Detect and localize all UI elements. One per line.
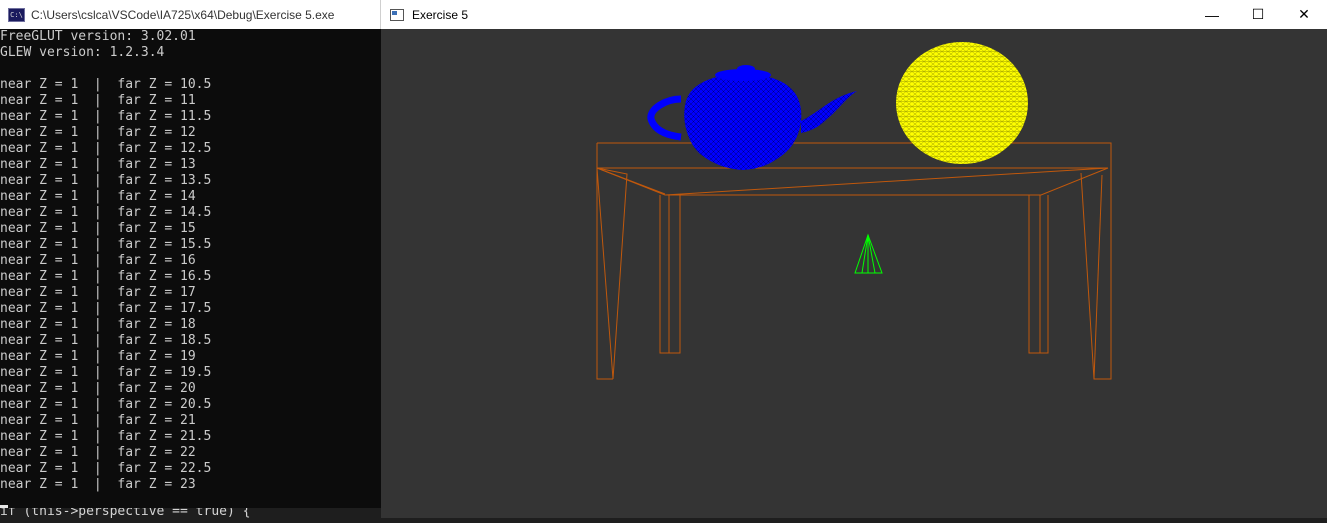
console-line: near Z = 1 | far Z = 16.5: [0, 269, 212, 284]
console-line: near Z = 1 | far Z = 17: [0, 285, 196, 300]
gl-viewport[interactable]: [381, 29, 1327, 518]
console-line: near Z = 1 | far Z = 11: [0, 93, 196, 108]
console-line: near Z = 1 | far Z = 23: [0, 477, 196, 492]
console-line: GLEW version: 1.2.3.4: [0, 45, 165, 60]
console-line: near Z = 1 | far Z = 19.5: [0, 365, 212, 380]
console-line: near Z = 1 | far Z = 22: [0, 445, 196, 460]
gl-titlebar[interactable]: Exercise 5 — ☐ ✕: [381, 0, 1327, 29]
console-line: near Z = 1 | far Z = 15.5: [0, 237, 212, 252]
maximize-button[interactable]: ☐: [1235, 0, 1281, 29]
console-line: near Z = 1 | far Z = 19: [0, 349, 196, 364]
console-line: near Z = 1 | far Z = 11.5: [0, 109, 212, 124]
close-button[interactable]: ✕: [1281, 0, 1327, 29]
console-line: near Z = 1 | far Z = 21.5: [0, 429, 212, 444]
sphere-wireframe: [896, 42, 1028, 164]
window-app-icon: [390, 8, 404, 21]
console-line: near Z = 1 | far Z = 18: [0, 317, 196, 332]
cone-wireframe: [854, 233, 883, 274]
minimize-button[interactable]: —: [1189, 0, 1235, 29]
console-line: near Z = 1 | far Z = 16: [0, 253, 196, 268]
console-line: near Z = 1 | far Z = 12: [0, 125, 196, 140]
console-line: near Z = 1 | far Z = 14: [0, 189, 196, 204]
console-line: near Z = 1 | far Z = 12.5: [0, 141, 212, 156]
console-line: near Z = 1 | far Z = 22.5: [0, 461, 212, 476]
code-snippet: if (this->perspective == true) {: [0, 508, 251, 518]
console-line: near Z = 1 | far Z = 18.5: [0, 333, 212, 348]
console-line: near Z = 1 | far Z = 20: [0, 381, 196, 396]
cmd-icon: C:\: [8, 7, 25, 22]
code-editor-strip: if (this->perspective == true) {: [0, 508, 381, 518]
console-output[interactable]: FreeGLUT version: 3.02.01 GLEW version: 1…: [0, 29, 381, 493]
console-line: near Z = 1 | far Z = 20.5: [0, 397, 212, 412]
console-line: near Z = 1 | far Z = 10.5: [0, 77, 212, 92]
table-wireframe: [596, 142, 1112, 380]
console-line: near Z = 1 | far Z = 15: [0, 221, 196, 236]
console-line: near Z = 1 | far Z = 13: [0, 157, 196, 172]
console-titlebar[interactable]: C:\ C:\Users\cslca\VSCode\IA725\x64\Debu…: [0, 0, 381, 29]
console-line: near Z = 1 | far Z = 21: [0, 413, 196, 428]
gl-window-title: Exercise 5: [412, 7, 469, 22]
console-title: C:\Users\cslca\VSCode\IA725\x64\Debug\Ex…: [31, 7, 335, 22]
teapot-wireframe: [647, 65, 857, 170]
gl-window: Exercise 5 — ☐ ✕: [381, 0, 1327, 518]
console-line: near Z = 1 | far Z = 17.5: [0, 301, 212, 316]
console-line: near Z = 1 | far Z = 13.5: [0, 173, 212, 188]
console-window: C:\ C:\Users\cslca\VSCode\IA725\x64\Debu…: [0, 0, 381, 518]
console-line: near Z = 1 | far Z = 14.5: [0, 205, 212, 220]
scene-canvas: [596, 42, 1112, 380]
console-line: FreeGLUT version: 3.02.01: [0, 29, 196, 44]
